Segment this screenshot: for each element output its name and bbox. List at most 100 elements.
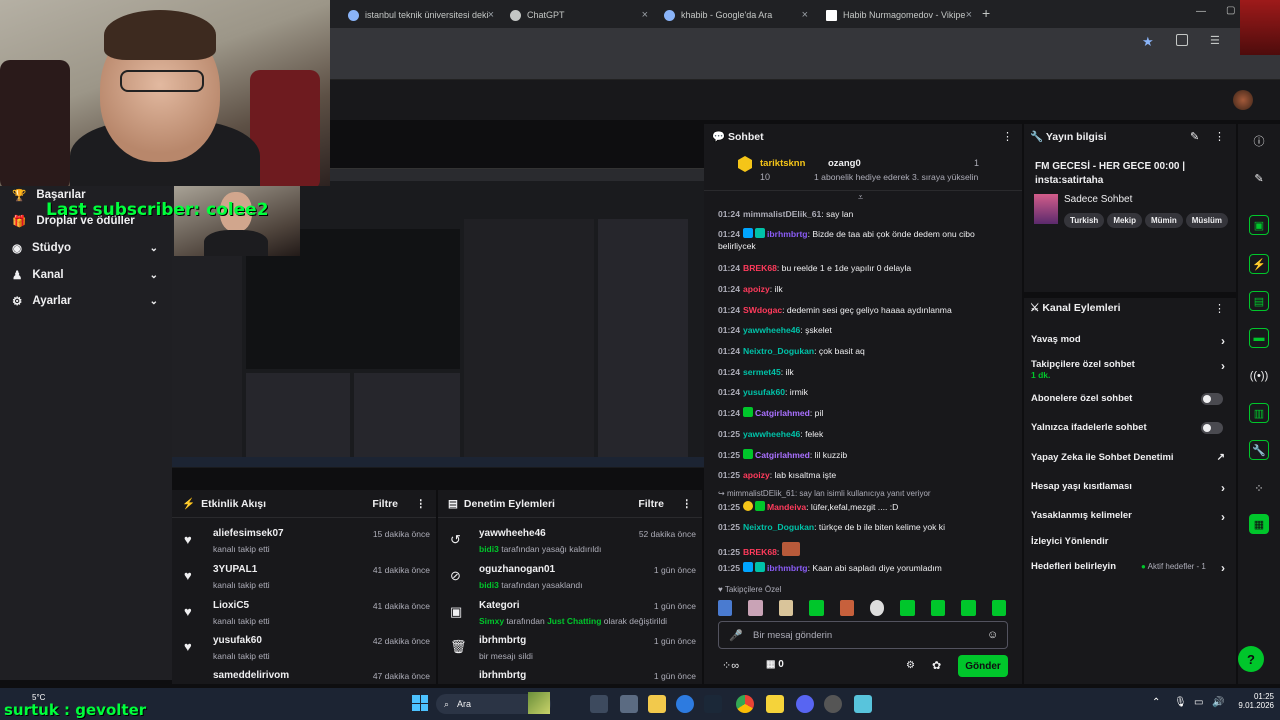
ai-moderation-row[interactable]: Yapay Zeka ile Sohbet Denetimi ↗ — [1031, 452, 1229, 463]
tag[interactable]: Müslüm — [1185, 213, 1228, 228]
pin-handle-icon[interactable]: ⩡ — [858, 192, 863, 203]
emote[interactable] — [930, 600, 946, 616]
people-icon[interactable]: ⁘ — [1249, 478, 1269, 498]
more-icon[interactable]: ⋮ — [682, 498, 693, 510]
layout-icon[interactable]: ▥ — [1249, 403, 1269, 423]
extensions-icon[interactable] — [1176, 34, 1188, 46]
slow-mode-row[interactable]: Yavaş mod › — [1031, 334, 1229, 348]
emote-only-toggle[interactable] — [1201, 422, 1223, 434]
pencil-icon[interactable]: ✎ — [1249, 168, 1269, 188]
chat-message[interactable]: 01:24 SWdogac: dedemin sesi geç geliyo ha… — [718, 304, 1013, 316]
windows-start-icon[interactable] — [412, 695, 428, 711]
discord-icon[interactable] — [796, 695, 814, 713]
maximize-icon[interactable]: ▢ — [1226, 5, 1235, 16]
more-icon[interactable]: ⋮ — [1214, 130, 1225, 143]
emote[interactable] — [900, 600, 915, 616]
tag[interactable]: Turkish — [1064, 213, 1105, 228]
mod-action-row[interactable]: ibrhmbrtg 1 gün önce — [446, 668, 696, 684]
close-icon[interactable]: × — [642, 9, 648, 21]
emote[interactable] — [991, 600, 1007, 616]
chat-message[interactable]: 01:24 sermet45: ilk — [718, 366, 1013, 378]
activity-row[interactable]: ♥ 3YUPAL1 kanalı takip etti 41 dakika önce — [180, 562, 430, 598]
obs-icon[interactable] — [824, 695, 842, 713]
subs-only-toggle[interactable] — [1201, 393, 1223, 405]
send-button[interactable]: Gönder — [958, 655, 1008, 677]
emote[interactable] — [778, 600, 794, 616]
info-icon[interactable]: ⓘ — [1249, 131, 1269, 151]
star-icon[interactable]: ★ — [1142, 34, 1154, 50]
nav-item-settings[interactable]: ⚙ Ayarlar ⌄ — [12, 290, 162, 312]
tray-chevron-icon[interactable]: ⌃ — [1152, 697, 1160, 708]
wrench-icon[interactable]: 🔧 — [1249, 440, 1269, 460]
chat-message[interactable]: 01:25 Neixtro_Dogukan: türkçe de b ile bi… — [718, 521, 1013, 533]
browser-tab[interactable]: istanbul teknik üniversitesi deki × — [340, 4, 500, 26]
clip-icon[interactable]: ▣ — [1249, 215, 1269, 235]
chat-message[interactable]: 01:25 apoizy: lab kısaltma işte — [718, 469, 1013, 481]
chat-message[interactable]: 01:25 Catgirlahmed: lil kuzzib — [718, 449, 1013, 461]
chat-message[interactable]: 01:24 Neixtro_Dogukan: çok basit aq — [718, 345, 1013, 357]
notes-app-icon[interactable] — [766, 695, 784, 713]
emote[interactable] — [809, 600, 824, 616]
chat-message[interactable]: 01:24 mimmalistDElik_61: say lan — [718, 208, 1013, 220]
goals-row[interactable]: Hedefleri belirleyin ● Aktif hedefler - 1… — [1031, 561, 1229, 575]
chat-message[interactable]: 01:25 BREK68: — [718, 542, 1013, 558]
mod-action-row[interactable]: ↺ yawwheehe46 bidi3 tarafından yasağı kald… — [446, 526, 696, 562]
steam-icon[interactable] — [704, 695, 722, 713]
more-icon[interactable]: ⋮ — [1002, 130, 1013, 143]
emote[interactable] — [961, 600, 976, 616]
mod-action-row[interactable]: 🗑 ibrhmbrtg bir mesajı sildi 1 gün önce — [446, 633, 696, 669]
tag[interactable]: Mekip — [1107, 213, 1142, 228]
nav-item-studio[interactable]: ◉ Stüdyo ⌄ — [12, 237, 162, 259]
mod-action-row[interactable]: ▣ Kategori Simxy tarafından Just Chatting … — [446, 598, 696, 634]
files-icon[interactable] — [620, 695, 638, 713]
folder-icon[interactable] — [648, 695, 666, 713]
more-icon[interactable]: ⋮ — [416, 498, 427, 510]
emote[interactable] — [748, 600, 763, 616]
close-icon[interactable]: × — [802, 9, 808, 21]
followers-only-row[interactable]: Takipçilere özel sohbet 1 dk. › — [1031, 359, 1229, 381]
blocked-terms-row[interactable]: Yasaklanmış kelimeler › — [1031, 510, 1229, 524]
browser-tab[interactable]: ChatGPT × — [502, 4, 654, 26]
nav-item-channel[interactable]: ♟ Kanal ⌄ — [12, 264, 162, 286]
mod-view-icon[interactable]: ✿ — [932, 659, 941, 672]
more-icon[interactable]: ⋮ — [1214, 302, 1225, 315]
chat-message[interactable]: 01:24 yawwheehe46: şskelet — [718, 324, 1013, 336]
filter-button[interactable]: Filtre — [638, 498, 664, 510]
broadcast-icon[interactable]: ((•)) — [1249, 366, 1269, 386]
new-tab-button[interactable]: + — [982, 5, 990, 21]
emote-only-row[interactable]: Yalnızca ifadelerle sohbet — [1031, 422, 1229, 434]
chat-message[interactable]: 01:24 BREK68: bu reelde 1 e 1de yapılır 0… — [718, 262, 1013, 274]
infinity-icon[interactable]: ⁘∞ — [722, 659, 739, 672]
chat-message[interactable]: 01:25 ibrhmbrtg: Kaan abi sapladı diye yo… — [718, 562, 1013, 574]
avatar[interactable] — [1233, 90, 1253, 110]
filter-button[interactable]: Filtre — [372, 498, 398, 510]
emoji-icon[interactable]: ☺ — [987, 629, 998, 641]
chat-message[interactable]: 01:24 apoizy: ilk — [718, 283, 1013, 295]
lightning-icon[interactable]: ⚡ — [1249, 254, 1269, 274]
taskview-icon[interactable] — [590, 695, 608, 713]
chat-input[interactable]: 🎤 Bir mesaj gönderin ☺ — [718, 621, 1008, 649]
chat-message[interactable]: 01:24 ibrhmbrtg: Bizde de taa abi çok önd… — [718, 228, 1013, 252]
activity-row[interactable]: ♥ LioxiC5 kanalı takip etti 41 dakika önce — [180, 598, 430, 634]
chat-message[interactable]: 01:24 Catgirlahmed: pil — [718, 407, 1013, 419]
raid-row[interactable]: İzleyici Yönlendir — [1031, 536, 1229, 547]
close-icon[interactable]: × — [966, 9, 972, 21]
minimize-icon[interactable]: — — [1196, 6, 1206, 17]
mod-action-row[interactable]: ⊘ oguzhanogan01 bidi3 tarafından yasakland… — [446, 562, 696, 598]
extension-icon[interactable]: ▦ — [1249, 514, 1269, 534]
chrome-icon[interactable] — [736, 695, 754, 713]
microphone-icon[interactable]: 🎤 — [729, 629, 743, 642]
channel-points[interactable]: ▦ 0 — [766, 659, 784, 670]
account-age-row[interactable]: Hesap yaşı kısıtlaması › — [1031, 481, 1229, 495]
emote[interactable] — [839, 600, 855, 616]
browser-tab[interactable]: Habib Nurmagomedov - Vikipe × — [818, 4, 978, 26]
taskbar-clock[interactable]: 01:25 9.01.2026 — [1234, 692, 1274, 710]
chat-message[interactable]: 01:25 Mandeiva: lüfer,kefal,mezgit .... :… — [718, 501, 1013, 513]
activity-row[interactable]: sameddelirivom 47 dakika önce — [180, 668, 430, 684]
chat-message[interactable]: 01:25 yawwheehe46: felek — [718, 428, 1013, 440]
emote[interactable] — [870, 600, 885, 616]
activity-row[interactable]: ♥ yusufak60 kanalı takip etti 42 dakika önc… — [180, 633, 430, 669]
menu-icon[interactable]: ☰ — [1210, 34, 1220, 47]
network-icon[interactable]: ▭ — [1194, 697, 1203, 708]
microphone-tray-icon[interactable]: 🎙 — [1174, 697, 1187, 708]
